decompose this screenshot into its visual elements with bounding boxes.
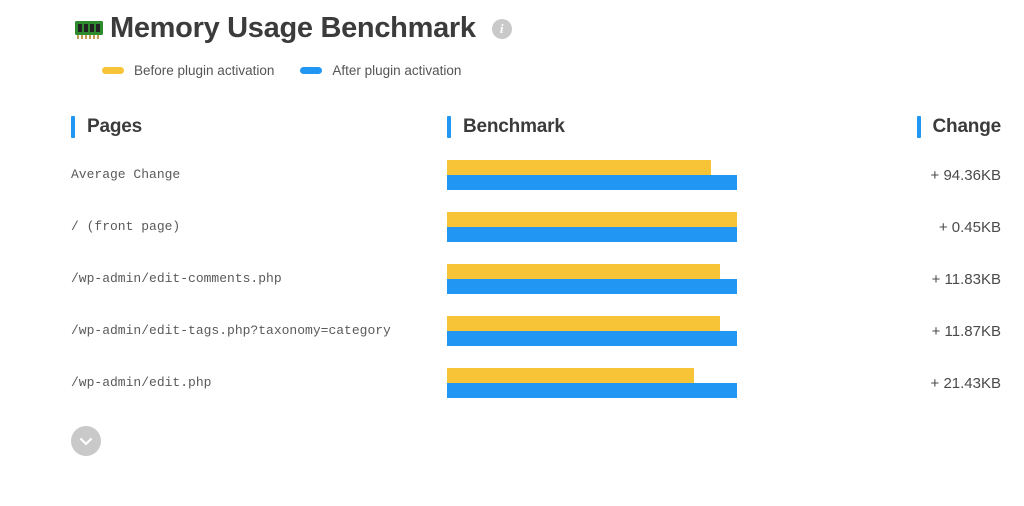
legend-after: After plugin activation [300,63,461,78]
accent-bar-icon [71,116,75,138]
bar-before [447,316,720,331]
benchmark-bars [447,316,737,346]
swatch-after-icon [300,67,322,74]
page-label: /wp-admin/edit-comments.php [71,269,447,290]
accent-bar-icon [917,116,921,138]
table-row: /wp-admin/edit-tags.php?taxonomy=categor… [71,316,1001,346]
table-row: Average Change + 94.36KB [71,160,1001,190]
change-value: + 11.83KB [863,271,1001,288]
expand-button[interactable] [71,426,101,456]
bar-after [447,331,737,346]
bar-before [447,212,737,227]
bar-after [447,227,737,242]
bar-before [447,264,720,279]
col-head-change: Change [863,116,1001,138]
table-row: / (front page) + 0.45KB [71,212,1001,242]
info-icon[interactable]: i [492,19,512,39]
col-head-pages-label: Pages [87,116,142,138]
benchmark-bars [447,160,737,190]
change-value: + 11.87KB [863,323,1001,340]
change-value: + 94.36KB [863,167,1001,184]
table-body: Average Change + 94.36KB / (front page) + 0… [71,160,1001,398]
page-label: Average Change [71,165,447,186]
page-label: /wp-admin/edit-tags.php?taxonomy=categor… [71,321,447,342]
bar-before [447,160,711,175]
legend-before: Before plugin activation [102,63,274,78]
bar-after [447,383,737,398]
page-title: Memory Usage Benchmark [110,12,476,45]
legend-before-label: Before plugin activation [134,63,274,78]
page-header: Memory Usage Benchmark i [0,0,1024,45]
table-row: /wp-admin/edit.php + 21.43KB [71,368,1001,398]
col-head-benchmark-label: Benchmark [463,116,565,138]
col-head-change-label: Change [933,116,1001,138]
chevron-down-icon [79,434,93,448]
page-label: /wp-admin/edit.php [71,373,447,394]
table-row: /wp-admin/edit-comments.php + 11.83KB [71,264,1001,294]
change-value: + 21.43KB [863,375,1001,392]
change-value: + 0.45KB [863,219,1001,236]
bar-before [447,368,694,383]
benchmark-bars [447,368,737,398]
page-label: / (front page) [71,217,447,238]
col-head-pages: Pages [71,116,447,138]
benchmark-table: Pages Benchmark Change Average Change + 9… [0,78,1024,398]
benchmark-bars [447,212,737,242]
legend-after-label: After plugin activation [332,63,461,78]
swatch-before-icon [102,67,124,74]
accent-bar-icon [447,116,451,138]
col-head-benchmark: Benchmark [447,116,565,138]
chart-legend: Before plugin activation After plugin ac… [0,45,1024,78]
column-headers: Pages Benchmark Change [71,116,1001,138]
benchmark-bars [447,264,737,294]
bar-after [447,279,737,294]
bar-after [447,175,737,190]
ram-icon [74,18,104,40]
